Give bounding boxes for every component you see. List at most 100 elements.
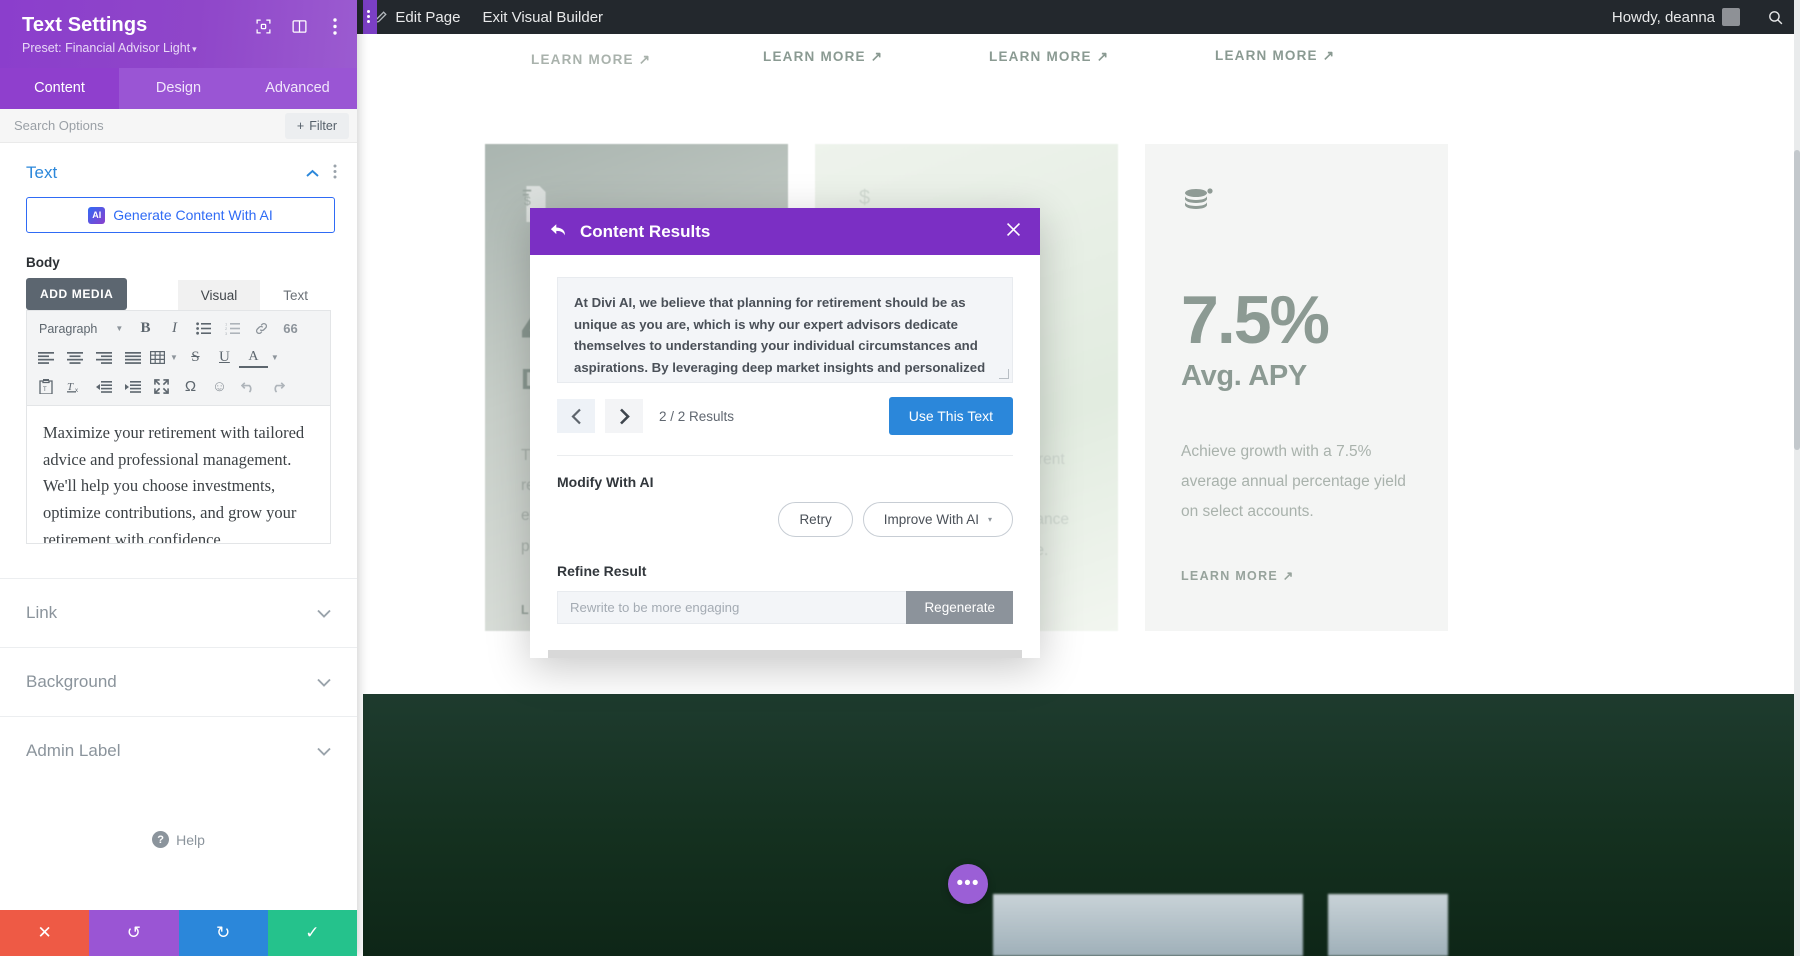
retry-label: Retry	[799, 512, 832, 527]
back-arrow-icon[interactable]	[550, 223, 568, 241]
result-text-area[interactable]: At Divi AI, we believe that planning for…	[557, 277, 1013, 383]
redo-icon[interactable]	[263, 374, 292, 399]
add-media-button[interactable]: ADD MEDIA	[26, 278, 128, 310]
stat-label: Avg. APY	[1181, 360, 1307, 392]
align-center-icon[interactable]	[60, 345, 89, 370]
chevron-down-icon[interactable]: ▼	[268, 345, 282, 370]
generate-ai-label: Generate Content With AI	[113, 207, 273, 223]
accordion-label: Admin Label	[26, 741, 121, 760]
retry-button[interactable]: Retry	[778, 502, 853, 537]
bulleted-list-icon[interactable]	[189, 316, 218, 341]
blockquote-icon[interactable]: 66	[276, 316, 305, 341]
previous-result-button[interactable]	[557, 399, 595, 433]
card-learn-more-link[interactable]: LEARN MORE ↗	[1181, 568, 1412, 583]
kebab-menu-icon[interactable]	[333, 164, 337, 182]
kebab-menu-icon[interactable]	[325, 16, 345, 36]
question-mark-icon: ?	[152, 831, 170, 848]
learn-more-link[interactable]: LEARN MORE ↗	[989, 49, 1109, 65]
svg-text:3: 3	[225, 331, 228, 335]
more-options-icon[interactable]: •••	[948, 864, 988, 904]
text-color-icon[interactable]: A	[238, 347, 268, 368]
accordion-admin-label[interactable]: Admin Label	[0, 716, 357, 785]
adminbar-item-exit-visual-builder[interactable]: Exit Visual Builder	[471, 0, 614, 34]
use-this-text-button[interactable]: Use This Text	[888, 397, 1013, 435]
help-button[interactable]: ? Help	[0, 831, 357, 848]
stat-card: 7.5% Avg. APY Achieve growth with a 7.5%…	[1145, 144, 1448, 631]
regenerate-button[interactable]: Regenerate	[906, 591, 1013, 624]
refine-input[interactable]	[557, 591, 907, 624]
align-left-icon[interactable]	[31, 345, 60, 370]
body-text-editor[interactable]: Maximize your retirement with tailored a…	[26, 406, 331, 544]
chevron-down-icon: ▾	[192, 44, 197, 54]
accordion-label: Link	[26, 603, 58, 622]
bold-icon[interactable]: B	[131, 316, 160, 341]
filter-button[interactable]: + Filter	[284, 112, 349, 139]
content-results-modal: Content Results At Divi AI, we believe t…	[530, 208, 1040, 658]
next-result-button[interactable]	[605, 399, 643, 433]
strikethrough-icon[interactable]: S	[181, 345, 210, 370]
chevron-down-icon	[317, 744, 331, 759]
close-icon[interactable]	[1005, 221, 1022, 242]
save-button[interactable]: ✓	[267, 910, 357, 956]
tab-advanced[interactable]: Advanced	[238, 68, 357, 109]
editor-tab-text[interactable]: Text	[260, 280, 331, 310]
improve-with-ai-button[interactable]: Improve With AI ▾	[862, 502, 1013, 537]
chevron-up-icon[interactable]	[306, 166, 319, 181]
resize-handle-icon[interactable]	[999, 369, 1009, 379]
footer-image	[1328, 894, 1448, 956]
chevron-down-icon	[317, 675, 331, 690]
editor-tab-visual[interactable]: Visual	[177, 280, 261, 310]
footer-band: •••	[363, 694, 1800, 956]
learn-more-link[interactable]: LEARN MORE ↗	[1215, 48, 1335, 64]
scrollbar-thumb[interactable]	[1794, 150, 1800, 450]
modify-actions-row: Retry Improve With AI ▾	[557, 502, 1013, 537]
modal-body: At Divi AI, we believe that planning for…	[530, 255, 1040, 650]
italic-icon[interactable]: I	[160, 316, 189, 341]
learn-more-link[interactable]: LEARN MORE ↗	[763, 49, 883, 65]
accordion-link[interactable]: Link	[0, 578, 357, 647]
undo-button[interactable]: ↺	[89, 910, 179, 956]
table-icon[interactable]: ▼	[147, 345, 181, 370]
coins-stack-icon	[1181, 186, 1412, 224]
panel-body: Text AI Generate Content With AI Body AD…	[0, 143, 357, 910]
result-navigation: 2 / 2 Results Use This Text	[557, 397, 1013, 435]
numbered-list-icon[interactable]: 123	[218, 316, 247, 341]
redo-button[interactable]: ↻	[178, 910, 268, 956]
clear-formatting-icon[interactable]: Tx	[60, 374, 89, 399]
paste-as-text-icon[interactable]: T	[31, 374, 60, 399]
preset-selector[interactable]: Preset: Financial Advisor Light ▾	[22, 41, 341, 55]
special-character-icon[interactable]: Ω	[176, 374, 205, 399]
tab-content[interactable]: Content	[0, 68, 119, 109]
plus-icon: +	[296, 118, 305, 133]
generate-content-with-ai-button[interactable]: AI Generate Content With AI	[26, 197, 335, 233]
editor-top-row: ADD MEDIA Visual Text	[0, 278, 357, 310]
adminbar-search-button[interactable]	[1751, 0, 1800, 34]
format-select-value: Paragraph	[39, 321, 98, 336]
layout-columns-icon[interactable]	[289, 16, 309, 36]
accordion-background[interactable]: Background	[0, 647, 357, 716]
outdent-icon[interactable]	[89, 374, 118, 399]
indent-icon[interactable]	[118, 374, 147, 399]
align-justify-icon[interactable]	[118, 345, 147, 370]
search-input[interactable]	[0, 118, 285, 133]
underline-icon[interactable]: U	[210, 345, 239, 370]
undo-icon[interactable]	[234, 374, 263, 399]
align-right-icon[interactable]	[89, 345, 118, 370]
learn-more-link[interactable]: LEARN MORE ↗	[531, 52, 651, 68]
emoji-icon[interactable]: ☺	[205, 374, 234, 399]
panel-scrollbar[interactable]	[1794, 0, 1800, 956]
fullscreen-icon[interactable]	[253, 16, 273, 36]
cancel-button[interactable]: ✕	[0, 910, 90, 956]
link-icon[interactable]	[247, 316, 276, 341]
adminbar-item-edit-page[interactable]: Edit Page	[362, 0, 471, 34]
tab-design[interactable]: Design	[119, 68, 238, 109]
adminbar-account-menu[interactable]: Howdy, deanna	[1601, 0, 1751, 34]
chevron-down-icon: ▼	[170, 353, 178, 362]
fullscreen-icon[interactable]	[147, 374, 176, 399]
builder-strip-dots-icon[interactable]	[367, 10, 370, 25]
format-select[interactable]: Paragraph ▼	[31, 316, 131, 341]
section-header-text: Text	[0, 143, 357, 193]
modal-header: Content Results	[530, 208, 1040, 255]
help-label: Help	[176, 831, 205, 848]
footer-image	[993, 894, 1303, 956]
